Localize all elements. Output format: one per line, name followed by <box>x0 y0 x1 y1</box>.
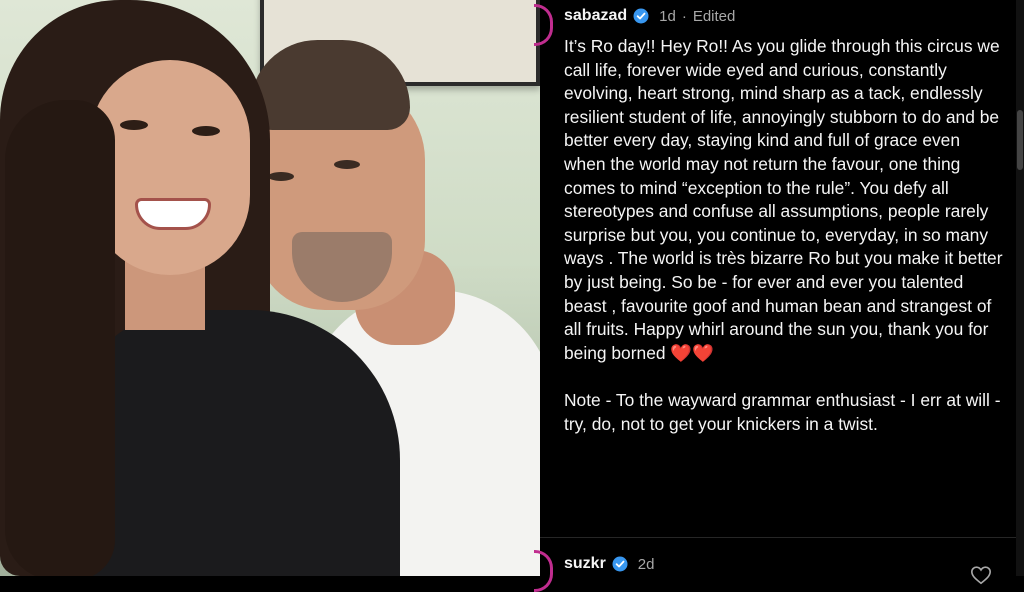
woman-black-top <box>70 310 400 576</box>
caption-note: Note - To the wayward grammar enthusiast… <box>564 389 1001 434</box>
post-timestamp[interactable]: 1d <box>659 8 676 25</box>
meta-separator: · <box>681 7 687 25</box>
edited-label: Edited <box>692 7 736 25</box>
woman-right-eye <box>192 126 220 136</box>
scrollbar-thumb[interactable] <box>1017 110 1023 170</box>
post-header: sabazad 1d · Edited <box>564 5 735 27</box>
reply-timestamp[interactable]: 2d <box>638 556 655 573</box>
heart-outline-icon[interactable] <box>970 564 992 586</box>
caption-body: It’s Ro day!! Hey Ro!! As you glide thro… <box>564 35 1004 436</box>
verified-badge-icon <box>612 556 628 572</box>
username[interactable]: sabazad <box>564 7 627 25</box>
avatar-story-ring[interactable] <box>534 4 553 46</box>
woman-hair-front <box>5 100 115 576</box>
reply-header: suzkr 2d <box>564 555 654 573</box>
man-left-eye <box>268 172 294 181</box>
comment-divider <box>540 537 1024 538</box>
reply-username[interactable]: suzkr <box>564 555 606 573</box>
verified-badge-icon <box>633 8 649 24</box>
caption-panel: sabazad 1d · Edited It’s Ro day!! Hey Ro… <box>534 0 1024 592</box>
reply-avatar-story-ring[interactable] <box>534 550 553 592</box>
man-right-eye <box>334 160 360 169</box>
woman-left-eye <box>120 120 148 130</box>
woman-smile <box>135 198 211 230</box>
scrollbar-track[interactable] <box>1016 0 1024 576</box>
caption-text: It’s Ro day!! Hey Ro!! As you glide thro… <box>564 36 1003 363</box>
post-photo[interactable] <box>0 0 540 576</box>
